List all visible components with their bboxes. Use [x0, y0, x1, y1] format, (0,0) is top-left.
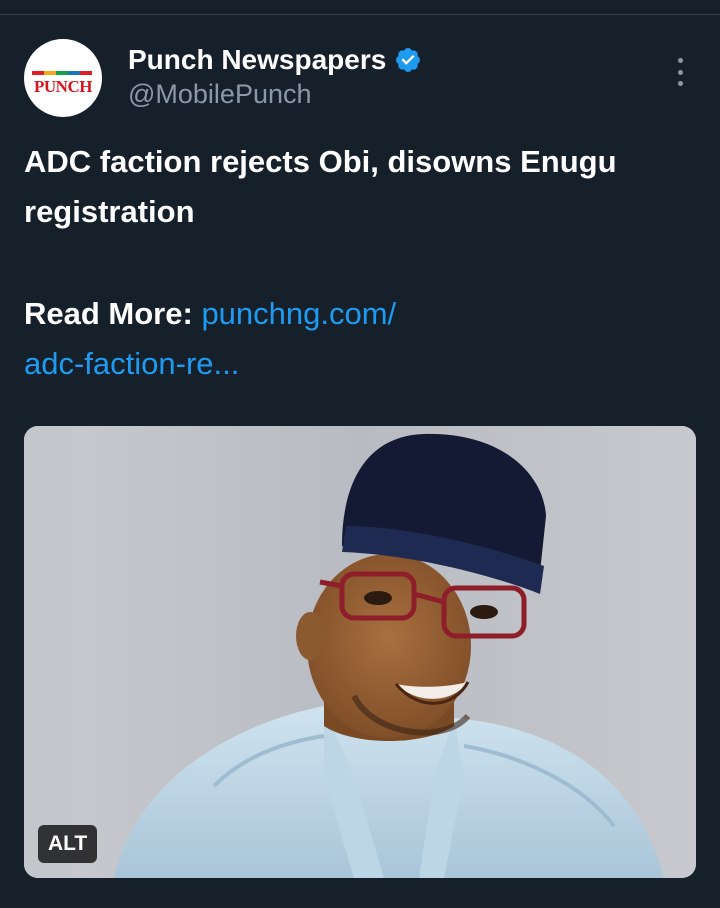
author-name[interactable]: Punch Newspapers — [128, 44, 386, 76]
post-headline: ADC faction rejects Obi, disowns Enugu r… — [24, 144, 617, 229]
avatar-logo-text: PUNCH — [34, 77, 92, 96]
article-link-part2[interactable]: adc-faction-re... — [24, 346, 239, 381]
post-image[interactable]: ALT — [24, 426, 696, 878]
post-card[interactable]: PUNCH Punch Newspapers @MobilePunch ADC … — [0, 15, 720, 908]
read-more-label: Read More: — [24, 296, 193, 331]
more-options-icon[interactable] — [666, 55, 694, 89]
read-more-block: Read More: punchng.com/ adc-faction-re..… — [24, 289, 684, 389]
portrait-photo — [24, 426, 696, 878]
author-name-row: Punch Newspapers — [128, 43, 422, 77]
alt-text-badge[interactable]: ALT — [38, 825, 98, 863]
avatar-logo-bars — [32, 71, 94, 75]
article-link-part1[interactable]: punchng.com/ — [201, 296, 396, 331]
author-handle[interactable]: @MobilePunch — [128, 79, 312, 110]
author-avatar[interactable]: PUNCH — [24, 39, 102, 117]
verified-badge-icon[interactable] — [394, 46, 422, 74]
